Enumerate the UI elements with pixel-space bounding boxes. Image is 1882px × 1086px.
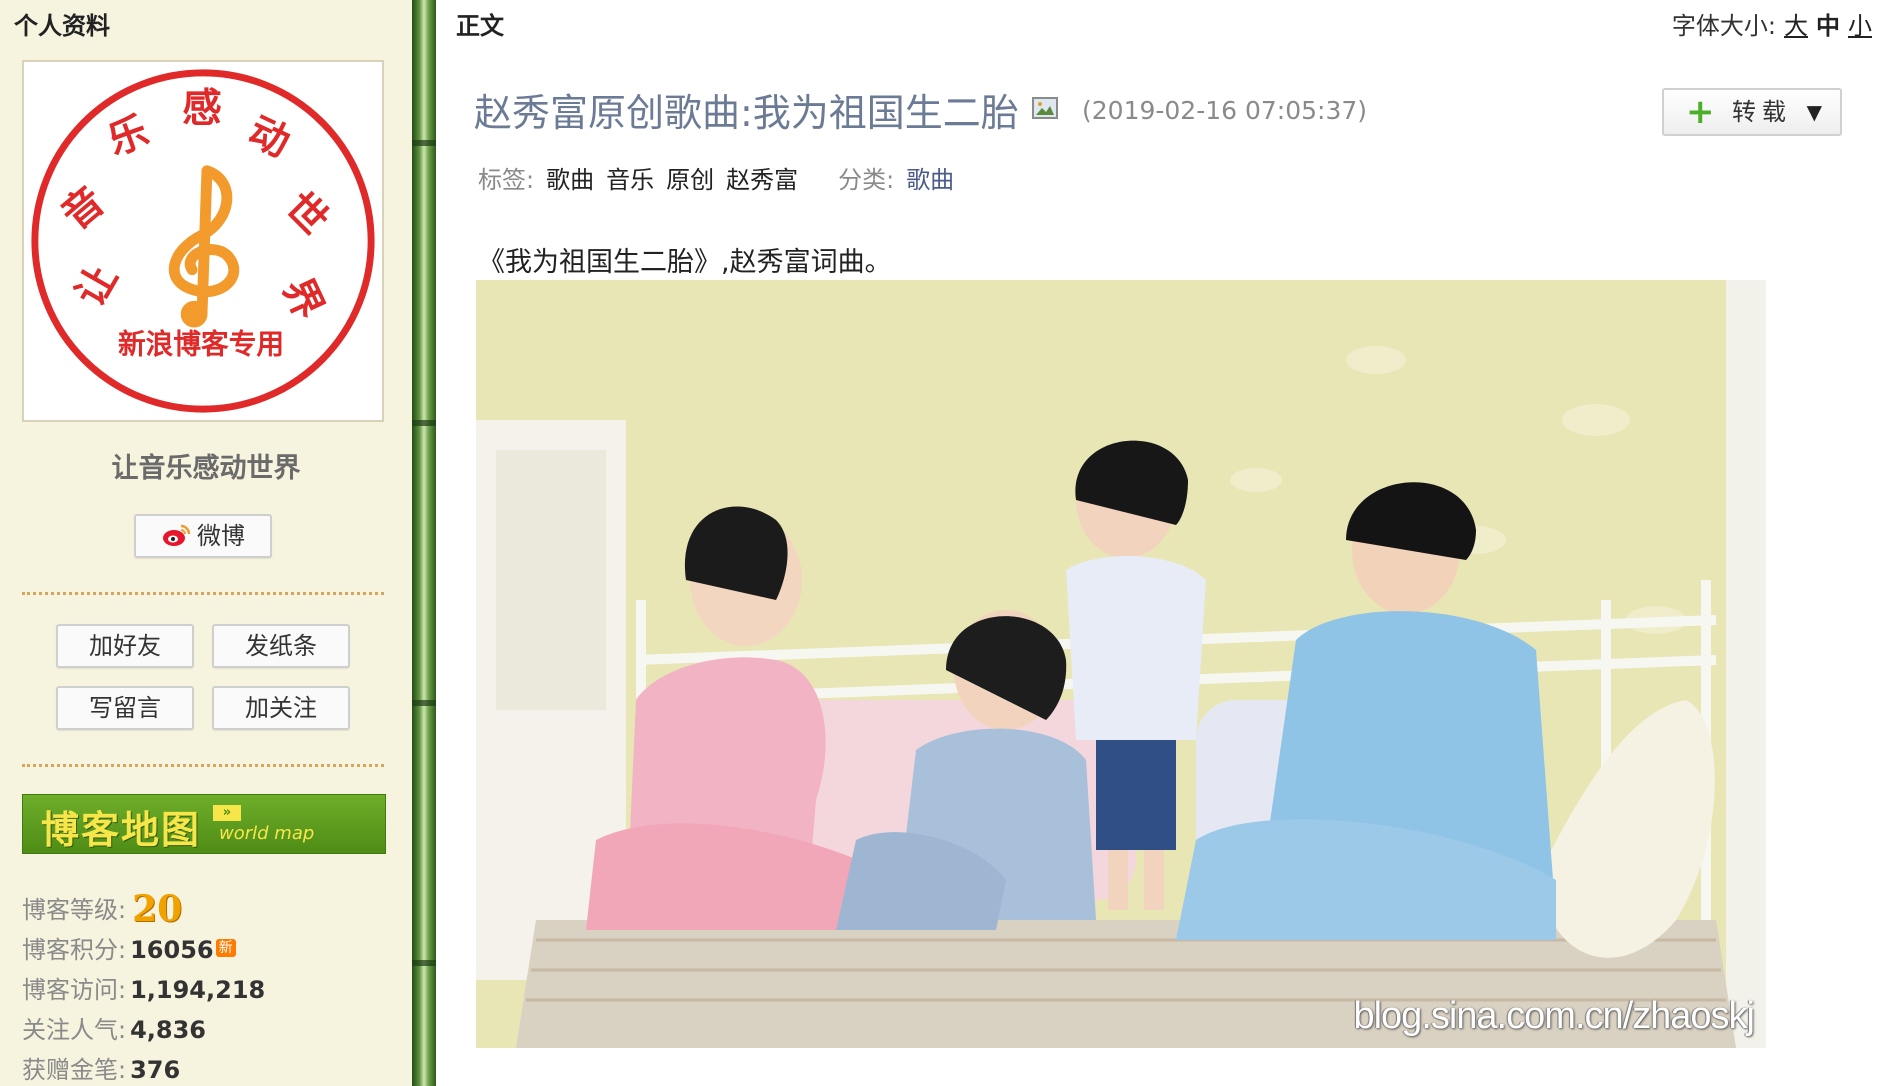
tags-label: 标签: (478, 166, 535, 194)
blog-points-value: 16056 (130, 936, 214, 964)
add-friend-button[interactable]: 加好友 (56, 624, 194, 668)
stat-label: 博客访问: (22, 976, 127, 1004)
post-timestamp: (2019-02-16 07:05:37) (1082, 96, 1368, 125)
tag-link[interactable]: 赵秀富 (726, 166, 798, 194)
weibo-button[interactable]: 微博 (134, 514, 272, 558)
avatar-seal-logo: 让 音 乐 感 动 世 界 新浪博客专用 (31, 69, 375, 413)
post-photo[interactable]: blog.sina.com.cn/zhaoskj (476, 280, 1766, 1048)
svg-text:界: 界 (274, 271, 333, 327)
stat-blog-level: 博客等级: 20 (22, 888, 182, 930)
font-size-medium-link[interactable]: 中 (1816, 12, 1840, 40)
stat-blog-visits: 博客访问: 1,194,218 (22, 970, 265, 1005)
profile-section-title: 个人资料 (14, 12, 110, 40)
font-size-label: 字体大小: (1671, 12, 1776, 40)
svg-text:音: 音 (53, 178, 113, 239)
repost-label: 转载 (1732, 98, 1792, 126)
repost-button[interactable]: + 转载 ▼ (1662, 88, 1842, 136)
stat-label: 博客积分: (22, 936, 127, 964)
article-main: 正文 字体大小: 大中小 赵秀富原创歌曲:我为祖国生二胎 (2019-02-16 … (436, 0, 1882, 1086)
plus-icon: + (1686, 92, 1715, 132)
bamboo-node (412, 700, 436, 706)
post-title: 赵秀富原创歌曲:我为祖国生二胎 (474, 91, 1019, 135)
blog-visits-value: 1,194,218 (130, 976, 266, 1004)
font-size-small-link[interactable]: 小 (1848, 12, 1872, 40)
sidebar-divider (22, 592, 384, 595)
article-section-label: 正文 (456, 12, 504, 40)
sidebar-divider (22, 764, 384, 767)
blog-level-value: 20 (132, 888, 183, 930)
blog-map-title: 博客地图 (41, 808, 202, 852)
blog-name: 让音乐感动世界 (111, 453, 301, 484)
double-chevron-icon: » (213, 805, 241, 821)
blog-map-subtitle: world map (219, 823, 315, 844)
gold-pens-value: 376 (130, 1056, 181, 1084)
post-meta-row: 标签: 歌曲 音乐 原创 赵秀富 分类: 歌曲 (478, 160, 954, 195)
font-size-control: 字体大小: 大中小 (1672, 6, 1872, 41)
svg-text:乐: 乐 (102, 108, 155, 165)
bamboo-node (412, 140, 436, 146)
svg-text:世: 世 (276, 183, 337, 244)
new-badge: 新 (215, 939, 236, 957)
stat-gold-pens: 获赠金笔: 376 (22, 1050, 180, 1085)
stat-blog-points: 博客积分: 16056 新 (22, 930, 236, 965)
profile-sidebar: 个人资料 让 音 乐 感 动 世 界 新浪博客专用 让音乐感动世界 微博 加好友… (0, 0, 412, 1086)
svg-text:新浪博客专用: 新浪博客专用 (118, 328, 284, 361)
category-label: 分类: (838, 166, 895, 194)
svg-text:让: 让 (67, 257, 127, 314)
weibo-icon (163, 524, 191, 546)
stat-popularity: 关注人气: 4,836 (22, 1010, 206, 1045)
post-intro-text: 《我为祖国生二胎》,赵秀富词曲。 (478, 247, 892, 278)
send-note-button[interactable]: 发纸条 (212, 624, 350, 668)
font-size-large-link[interactable]: 大 (1784, 12, 1808, 40)
svg-text:感: 感 (182, 85, 222, 131)
stat-label: 获赠金笔: (22, 1056, 127, 1084)
image-icon (1032, 97, 1058, 119)
stat-label: 关注人气: (22, 1016, 127, 1044)
tag-link[interactable]: 歌曲 (546, 166, 594, 194)
tag-link[interactable]: 原创 (666, 166, 714, 194)
stat-label: 博客等级: (22, 896, 127, 924)
photo-watermark: blog.sina.com.cn/zhaoskj (1353, 995, 1755, 1037)
leave-message-button[interactable]: 写留言 (56, 686, 194, 730)
caret-down-icon: ▼ (1806, 100, 1822, 124)
svg-text:动: 动 (241, 108, 296, 166)
follow-button[interactable]: 加关注 (212, 686, 350, 730)
blog-avatar[interactable]: 让 音 乐 感 动 世 界 新浪博客专用 (22, 60, 384, 422)
bamboo-node (412, 960, 436, 966)
blog-map-banner[interactable]: 博客地图 » world map (22, 794, 386, 854)
bamboo-decoration (412, 0, 436, 1086)
bamboo-node (412, 420, 436, 426)
popularity-value: 4,836 (130, 1016, 207, 1044)
weibo-button-label: 微博 (197, 522, 245, 550)
family-photo-illustration (476, 280, 1766, 1048)
category-link[interactable]: 歌曲 (906, 166, 954, 194)
tag-link[interactable]: 音乐 (606, 166, 654, 194)
